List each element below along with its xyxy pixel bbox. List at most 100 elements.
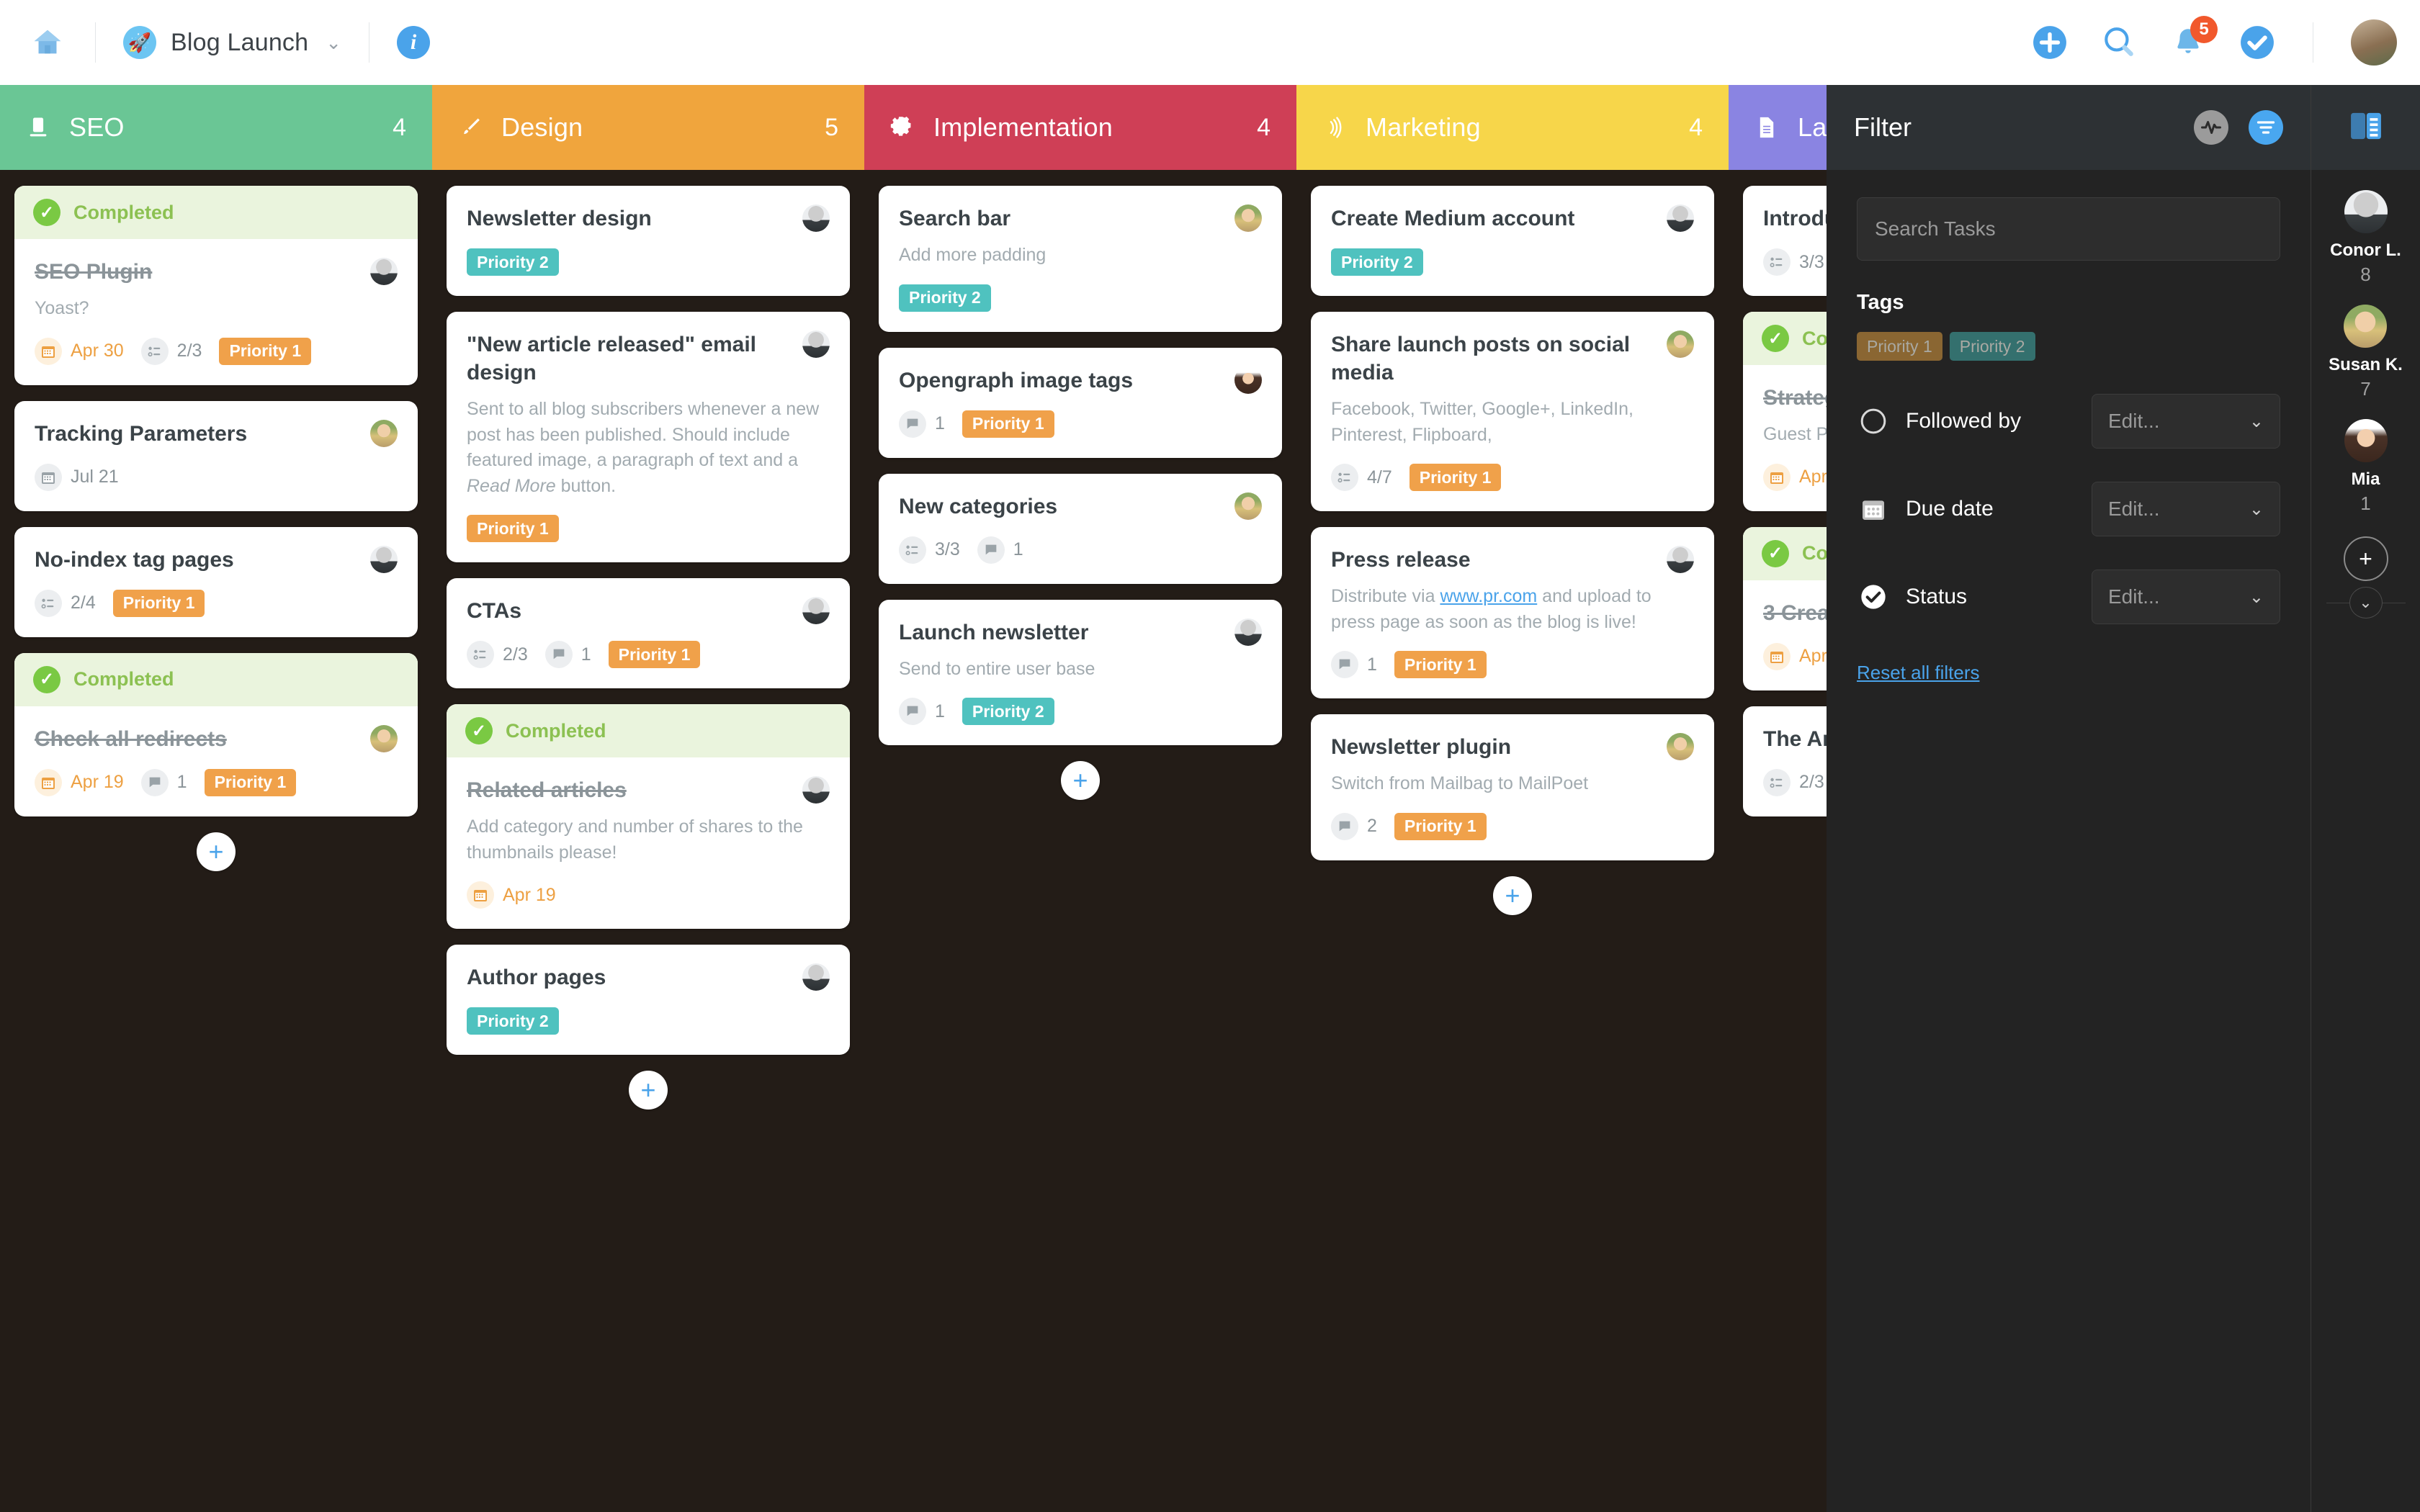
column-header[interactable]: Implementation 4 <box>864 85 1296 170</box>
checklist-icon <box>467 641 494 668</box>
add-card-button[interactable]: + <box>197 832 236 871</box>
card-meta-row: 1 Priority 2 <box>899 698 1262 725</box>
card-tag[interactable]: Priority 2 <box>1331 248 1423 276</box>
divider-1 <box>95 22 96 63</box>
card-assignee-avatar[interactable] <box>1667 204 1694 232</box>
task-card[interactable]: CTAs 2/3 1 Priority 1 <box>447 578 850 688</box>
card-tag[interactable]: Priority 1 <box>608 641 701 668</box>
card-tag[interactable]: Priority 1 <box>1409 464 1502 491</box>
card-assignee-avatar[interactable] <box>1667 733 1694 760</box>
card-assignee-avatar[interactable] <box>370 724 398 752</box>
bell-icon[interactable]: 5 <box>2170 16 2218 60</box>
add-card-button[interactable]: + <box>1061 761 1100 800</box>
member-task-count: 1 <box>2360 492 2371 514</box>
add-button[interactable]: + <box>2032 24 2068 60</box>
search-icon[interactable] <box>2101 24 2137 60</box>
card-meta-row: Priority 2 <box>899 284 1262 312</box>
followed-icon <box>1857 405 1890 438</box>
card-assignee-avatar[interactable] <box>802 963 830 991</box>
card-tag[interactable]: Priority 2 <box>467 248 559 276</box>
card-title: Press release <box>1331 548 1471 572</box>
card-meta-row: Priority 1 <box>467 515 830 542</box>
member-item[interactable]: Susan K. 7 <box>2329 305 2403 400</box>
card-tag[interactable]: Priority 1 <box>467 515 559 542</box>
activity-icon[interactable] <box>2194 110 2228 145</box>
task-card[interactable]: Press release Distribute via www.pr.com … <box>1311 527 1714 698</box>
checklist-icon <box>1763 768 1791 796</box>
card-assignee-avatar[interactable] <box>1667 330 1694 358</box>
task-card[interactable]: Author pages Priority 2 <box>447 945 850 1055</box>
add-member-button[interactable]: + <box>2343 536 2388 581</box>
add-card-button[interactable]: + <box>1493 876 1532 915</box>
task-card[interactable]: New categories 3/3 1 <box>879 473 1282 584</box>
task-card[interactable]: "New article released" email design Sent… <box>447 312 850 562</box>
filter-row-select[interactable]: Edit... ⌄ <box>2092 394 2280 449</box>
task-card[interactable]: Newsletter plugin Switch from Mailbag to… <box>1311 714 1714 860</box>
card-tag[interactable]: Priority 1 <box>112 589 205 617</box>
task-card[interactable]: ✓ Completed Check all redirects Apr 19 1… <box>14 652 418 816</box>
filter-tag[interactable]: Priority 2 <box>1949 332 2035 361</box>
member-item[interactable]: Mia 1 <box>2344 419 2388 515</box>
task-card[interactable]: Share launch posts on social media Faceb… <box>1311 312 1714 511</box>
card-meta-row: 3/3 1 <box>899 536 1262 564</box>
filter-icon[interactable] <box>2249 110 2283 145</box>
card-assignee-avatar[interactable] <box>802 204 830 232</box>
task-card[interactable]: Newsletter design Priority 2 <box>447 186 850 296</box>
task-card[interactable]: Opengraph image tags 1 Priority 1 <box>879 347 1282 458</box>
info-icon[interactable]: i <box>397 26 431 59</box>
card-tag[interactable]: Priority 2 <box>899 284 991 312</box>
comment-icon <box>977 536 1005 564</box>
check-circle-icon[interactable] <box>2239 24 2275 60</box>
card-tag[interactable]: Priority 1 <box>219 337 312 365</box>
member-item[interactable]: Conor L. 8 <box>2330 190 2401 286</box>
filter-row-select[interactable]: Edit... ⌄ <box>2092 570 2280 624</box>
task-card[interactable]: Launch newsletter Send to entire user ba… <box>879 599 1282 745</box>
filter-tag[interactable]: Priority 1 <box>1857 332 1942 361</box>
avatar[interactable] <box>2351 19 2397 66</box>
card-tag[interactable]: Priority 2 <box>467 1007 559 1035</box>
tags-list: Priority 1 Priority 2 <box>1857 332 2280 361</box>
card-assignee-avatar[interactable] <box>802 330 830 358</box>
card-assignee-avatar[interactable] <box>370 258 398 285</box>
comment-icon <box>140 768 169 796</box>
panel-toggle-icon[interactable] <box>2350 112 2382 144</box>
reset-all-filters-link[interactable]: Reset all filters <box>1857 662 1980 684</box>
comment-icon <box>1331 651 1358 678</box>
card-assignee-avatar[interactable] <box>1234 492 1262 520</box>
card-assignee-avatar[interactable] <box>802 776 830 804</box>
filter-row-select[interactable]: Edit... ⌄ <box>2092 482 2280 536</box>
card-meta-checklist: 2/3 <box>467 641 528 668</box>
task-card[interactable]: Create Medium account Priority 2 <box>1311 186 1714 296</box>
card-title: Tracking Parameters <box>35 421 248 446</box>
chevron-down-icon[interactable]: ⌄ <box>2349 587 2383 618</box>
card-assignee-avatar[interactable] <box>1234 618 1262 646</box>
task-card[interactable]: ✓ Completed SEO Plugin Yoast? Apr 30 2/3… <box>14 186 418 385</box>
card-assignee-avatar[interactable] <box>370 545 398 573</box>
check-icon: ✓ <box>33 665 60 693</box>
column-header[interactable]: SEO 4 <box>0 85 432 170</box>
card-assignee-avatar[interactable] <box>1234 204 1262 232</box>
card-assignee-avatar[interactable] <box>370 419 398 447</box>
card-meta-checklist: 3/3 <box>899 536 960 564</box>
card-assignee-avatar[interactable] <box>1234 366 1262 394</box>
task-card[interactable]: Tracking Parameters Jul 21 <box>14 400 418 511</box>
filter-row-label: Status <box>1906 585 1968 608</box>
column-header[interactable]: Marketing 4 <box>1296 85 1729 170</box>
card-assignee-avatar[interactable] <box>802 597 830 624</box>
task-card[interactable]: Search bar Add more padding Priority 2 <box>879 186 1282 332</box>
task-card[interactable]: ✓ Completed Related articles Add categor… <box>447 704 850 929</box>
card-tag[interactable]: Priority 1 <box>204 768 297 796</box>
card-assignee-avatar[interactable] <box>1667 546 1694 573</box>
project-selector[interactable]: 🚀 Blog Launch ⌄ <box>123 26 341 59</box>
task-card[interactable]: No-index tag pages 2/4 Priority 1 <box>14 526 418 637</box>
card-tag[interactable]: Priority 1 <box>962 410 1054 438</box>
card-tag[interactable]: Priority 1 <box>1394 651 1487 678</box>
add-card-button[interactable]: + <box>629 1071 668 1110</box>
card-meta-comment: 1 <box>899 698 945 725</box>
card-meta-text: Apr <box>1799 467 1827 487</box>
card-tag[interactable]: Priority 1 <box>1394 812 1487 840</box>
home-icon[interactable] <box>27 22 68 63</box>
card-tag[interactable]: Priority 2 <box>962 698 1054 725</box>
column-header[interactable]: Design 5 <box>432 85 864 170</box>
search-input[interactable] <box>1857 197 2280 261</box>
